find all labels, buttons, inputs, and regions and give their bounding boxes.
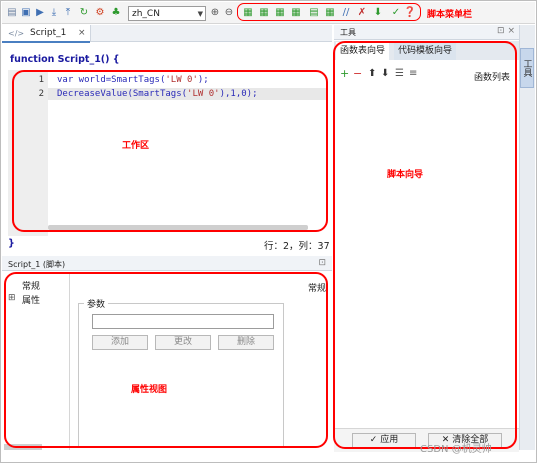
- zoom-in-icon[interactable]: ⊕: [209, 7, 221, 19]
- indent-icon[interactable]: ▦: [258, 7, 270, 19]
- close-icon[interactable]: ×: [78, 25, 86, 42]
- script-icon: </>: [8, 29, 25, 38]
- run-icon[interactable]: ▶: [34, 7, 46, 19]
- comment-icon[interactable]: //: [340, 7, 352, 19]
- zoom-out-icon[interactable]: ⊖: [223, 7, 235, 19]
- refresh-icon[interactable]: ↻: [78, 7, 90, 19]
- tools-title-bar: 工具 ⊡ ×: [334, 25, 519, 40]
- chevron-down-icon: ▼: [197, 10, 203, 18]
- arrow-down-icon[interactable]: ⬇: [372, 7, 384, 19]
- table-icon[interactable]: ▤: [308, 7, 320, 19]
- tools-title: 工具: [340, 28, 356, 37]
- tab-active-indicator: [2, 41, 90, 43]
- side-dock-strip: [519, 25, 535, 450]
- cursor-position-status: 行：2，列：37: [264, 241, 330, 252]
- properties-title-bar: Script_1 (脚本) ⊡: [2, 256, 332, 271]
- watermark: CSDN @机灵帅: [420, 444, 492, 455]
- menu-bar-annotation: 脚本菜单栏: [427, 10, 473, 20]
- property-view-highlight: [4, 272, 328, 448]
- language-select[interactable]: zh_CN ▼: [128, 6, 206, 21]
- language-value: zh_CN: [132, 9, 160, 19]
- script-wizard-highlight: [333, 41, 517, 449]
- property-view-annotation: 属性视图: [131, 385, 168, 395]
- help-icon[interactable]: ❓: [404, 7, 416, 19]
- download-icon[interactable]: ⤓: [48, 7, 60, 19]
- function-close: }: [8, 238, 15, 249]
- workspace-annotation: 工作区: [122, 141, 150, 151]
- script-wizard-annotation: 脚本向导: [387, 170, 424, 180]
- uncomment-icon[interactable]: ✗: [356, 7, 368, 19]
- script-toolbar: ▤ ▣ ▶ ⤓ ⤒ ↻ ⚙ ♣ zh_CN ▼ ⊕ ⊖ ▦ ▦ ▦ ▦ ▤ ▦ …: [2, 2, 535, 24]
- network-icon[interactable]: ⚙: [94, 7, 106, 19]
- new-icon[interactable]: ▤: [6, 7, 18, 19]
- align-icon[interactable]: ▦: [290, 7, 302, 19]
- function-header: function Script_1() {: [10, 54, 120, 65]
- side-tab-tools[interactable]: 工具: [520, 48, 534, 88]
- editor-tab-row: </> Script_1 ×: [2, 25, 332, 43]
- properties-title: Script_1 (脚本): [8, 260, 66, 269]
- open-icon[interactable]: ▣: [20, 7, 32, 19]
- tab-label: Script_1: [30, 28, 67, 38]
- window-controls[interactable]: ⊡ ×: [497, 26, 515, 36]
- tab-script-1[interactable]: </> Script_1 ×: [2, 25, 91, 43]
- pin-icon[interactable]: ⊡: [318, 258, 326, 268]
- tags-icon[interactable]: ♣: [110, 7, 122, 19]
- workspace-highlight: [12, 70, 328, 232]
- outdent-icon[interactable]: ▦: [274, 7, 286, 19]
- upload-icon[interactable]: ⤒: [62, 7, 74, 19]
- grid-icon[interactable]: ▦: [324, 7, 336, 19]
- bookmark-icon[interactable]: ▦: [242, 7, 254, 19]
- check-icon[interactable]: ✓: [390, 7, 402, 19]
